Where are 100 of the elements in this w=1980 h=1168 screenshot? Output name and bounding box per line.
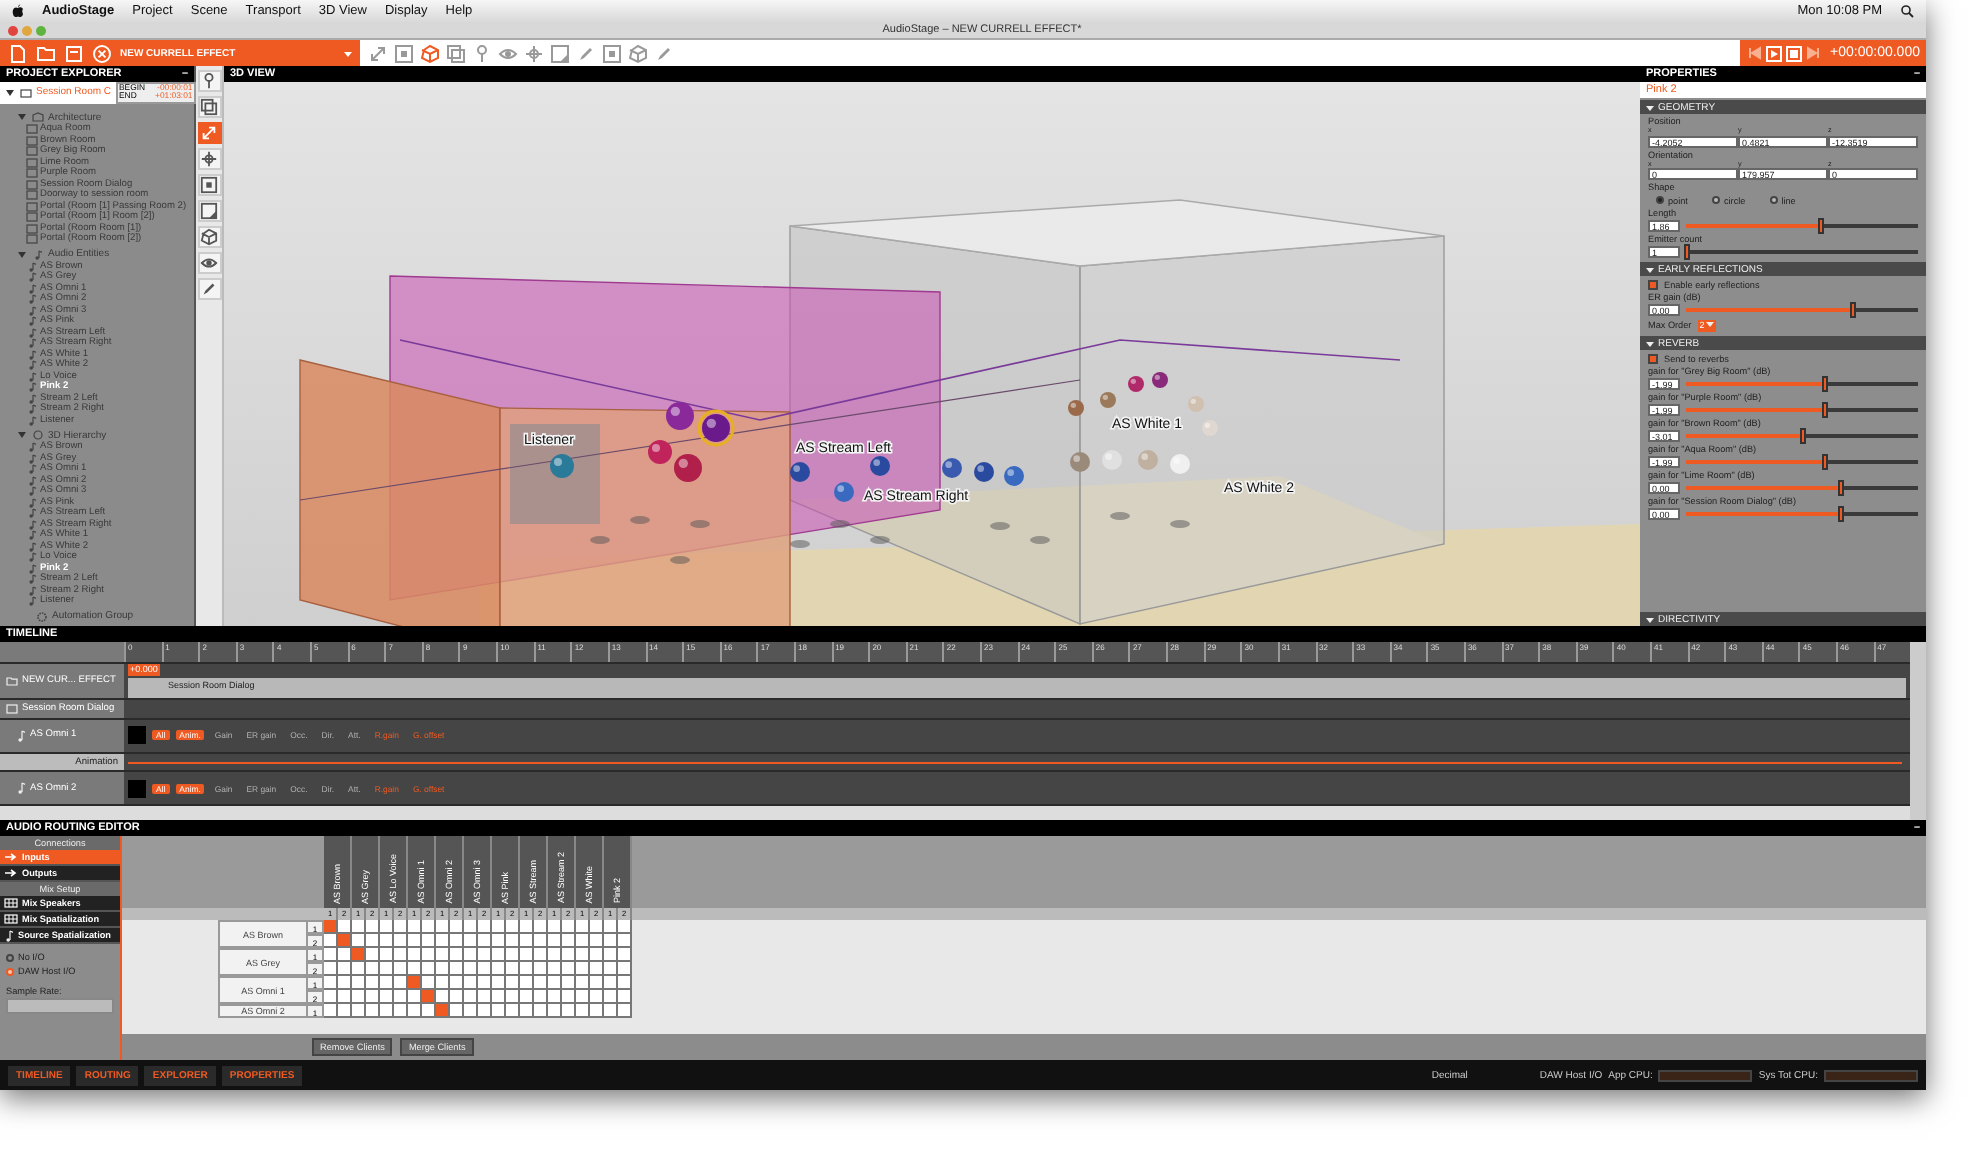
matrix-cell[interactable] <box>408 976 422 990</box>
matrix-cell[interactable] <box>604 1004 618 1018</box>
matrix-cell[interactable] <box>604 962 618 976</box>
matrix-cell[interactable] <box>394 976 408 990</box>
matrix-cell[interactable] <box>338 990 352 1004</box>
radio-dot[interactable] <box>1656 196 1664 205</box>
matrix-cell[interactable] <box>464 934 478 948</box>
matrix-cell[interactable] <box>324 920 338 934</box>
radio-dot[interactable] <box>1711 196 1720 205</box>
sample-rate-field[interactable] <box>6 998 114 1014</box>
matrix-cell[interactable] <box>492 976 506 990</box>
matrix-cell[interactable] <box>338 962 352 976</box>
slider-thumb[interactable] <box>1850 302 1857 319</box>
transform-icon[interactable] <box>368 43 388 63</box>
matrix-cell[interactable] <box>618 948 632 962</box>
matrix-cell[interactable] <box>394 920 408 934</box>
matrix-cell[interactable] <box>436 976 450 990</box>
folder-icon[interactable] <box>36 43 56 63</box>
matrix-cell[interactable] <box>324 934 338 948</box>
matrix-cell[interactable] <box>464 976 478 990</box>
vertical-scrollbar[interactable] <box>1910 642 1926 820</box>
matrix-cell[interactable] <box>478 920 492 934</box>
slider-track[interactable] <box>1686 434 1918 439</box>
matrix-cell[interactable] <box>464 1004 478 1018</box>
matrix-cell[interactable] <box>450 990 464 1004</box>
matrix-cell[interactable] <box>380 990 394 1004</box>
matrix-cell[interactable] <box>380 934 394 948</box>
matrix-cell[interactable] <box>492 934 506 948</box>
matrix-cell[interactable] <box>492 920 506 934</box>
matrix-cell[interactable] <box>618 962 632 976</box>
matrix-cell[interactable] <box>408 948 422 962</box>
matrix-cell[interactable] <box>576 934 590 948</box>
matrix-cell[interactable] <box>506 1004 520 1018</box>
matrix-cell[interactable] <box>548 1004 562 1018</box>
matrix-cell[interactable] <box>464 990 478 1004</box>
matrix-cell[interactable] <box>366 990 380 1004</box>
caret-icon[interactable] <box>4 87 16 98</box>
matrix-cell[interactable] <box>422 962 436 976</box>
matrix-cell[interactable] <box>450 962 464 976</box>
matrix-cell[interactable] <box>562 976 576 990</box>
matrix-cell[interactable] <box>548 920 562 934</box>
slider-thumb[interactable] <box>1799 428 1805 445</box>
matrix-cell[interactable] <box>338 948 352 962</box>
slider-thumb[interactable] <box>1822 376 1829 393</box>
matrix-cell[interactable] <box>380 1004 394 1018</box>
matrix-cell[interactable] <box>562 1004 576 1018</box>
matrix-cell[interactable] <box>366 976 380 990</box>
slider-track[interactable] <box>1686 250 1918 255</box>
matrix-cell[interactable] <box>534 976 548 990</box>
matrix-cell[interactable] <box>534 948 548 962</box>
matrix-cell[interactable] <box>366 934 380 948</box>
matrix-cell[interactable] <box>408 1004 422 1018</box>
matrix-cell[interactable] <box>324 990 338 1004</box>
matrix-cell[interactable] <box>492 962 506 976</box>
matrix-cell[interactable] <box>576 990 590 1004</box>
corner-icon[interactable] <box>550 43 570 63</box>
horizontal-scrollbar[interactable] <box>0 806 1910 820</box>
matrix-cell[interactable] <box>436 920 450 934</box>
matrix-cell[interactable] <box>576 976 590 990</box>
matrix-cell[interactable] <box>366 962 380 976</box>
matrix-cell[interactable] <box>380 976 394 990</box>
matrix-cell[interactable] <box>352 934 366 948</box>
matrix-cell[interactable] <box>506 990 520 1004</box>
apple-icon[interactable] <box>12 4 24 18</box>
view-tool-button[interactable] <box>197 226 221 248</box>
slider-track[interactable] <box>1686 224 1918 229</box>
radio-button[interactable] <box>6 967 14 975</box>
matrix-cell[interactable] <box>534 920 548 934</box>
matrix-cell[interactable] <box>506 920 520 934</box>
matrix-cell[interactable] <box>520 976 534 990</box>
matrix-cell[interactable] <box>436 934 450 948</box>
matrix-cell[interactable] <box>534 990 548 1004</box>
save-icon[interactable] <box>64 43 84 63</box>
matrix-cell[interactable] <box>338 934 352 948</box>
matrix-cell[interactable] <box>506 976 520 990</box>
matrix-cell[interactable] <box>352 920 366 934</box>
matrix-cell[interactable] <box>366 948 380 962</box>
matrix-cell[interactable] <box>590 934 604 948</box>
matrix-cell[interactable] <box>548 948 562 962</box>
matrix-cell[interactable] <box>450 976 464 990</box>
radio-dot[interactable] <box>1769 196 1778 205</box>
matrix-cell[interactable] <box>380 962 394 976</box>
stop-button[interactable] <box>1786 45 1803 61</box>
matrix-cell[interactable] <box>422 976 436 990</box>
matrix-cell[interactable] <box>590 990 604 1004</box>
matrix-cell[interactable] <box>534 934 548 948</box>
matrix-cell[interactable] <box>590 920 604 934</box>
matrix-cell[interactable] <box>436 990 450 1004</box>
matrix-cell[interactable] <box>534 962 548 976</box>
matrix-cell[interactable] <box>590 948 604 962</box>
matrix-cell[interactable] <box>338 1004 352 1018</box>
matrix-cell[interactable] <box>492 948 506 962</box>
layers-icon[interactable] <box>446 43 466 63</box>
view-tool-button[interactable] <box>197 148 221 170</box>
matrix-cell[interactable] <box>506 934 520 948</box>
view-tool-button[interactable] <box>197 122 221 144</box>
view-tool-button[interactable] <box>197 174 221 196</box>
matrix-cell[interactable] <box>450 934 464 948</box>
matrix-cell[interactable] <box>408 934 422 948</box>
frame-icon[interactable] <box>394 43 414 63</box>
